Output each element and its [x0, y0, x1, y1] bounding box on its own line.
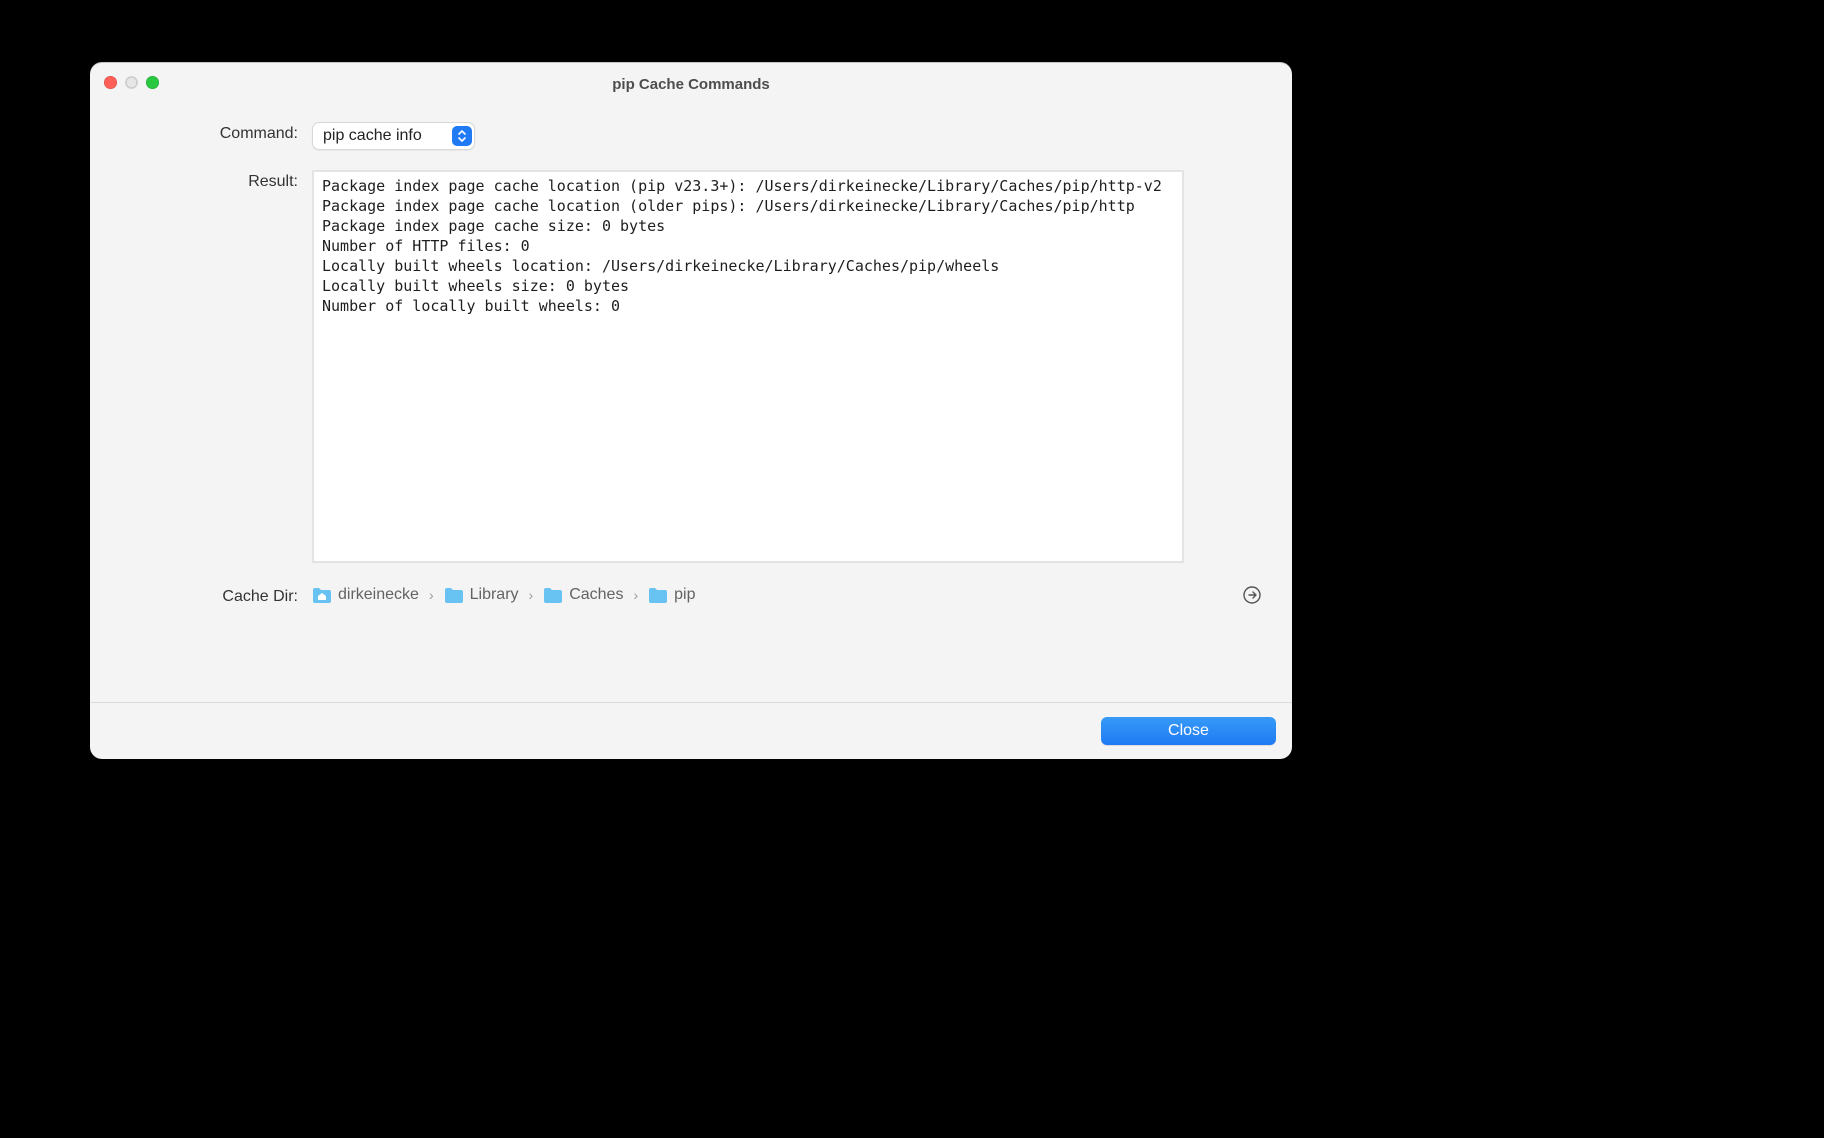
cache-dir-label: Cache Dir: — [118, 585, 298, 606]
window-minimize-button — [125, 76, 138, 89]
command-label: Command: — [118, 122, 298, 143]
breadcrumb-label: Library — [470, 586, 519, 604]
window-title: pip Cache Commands — [612, 76, 770, 93]
chevron-right-icon: › — [427, 587, 436, 603]
command-row: Command: pip cache info — [118, 122, 1264, 150]
result-label: Result: — [118, 170, 298, 191]
breadcrumb-segment[interactable]: pip — [648, 586, 695, 604]
open-folder-button[interactable] — [1240, 583, 1264, 607]
command-select[interactable]: pip cache info — [312, 122, 475, 150]
breadcrumb-segment[interactable]: Library — [444, 586, 519, 604]
content-area: Command: pip cache info Result: Package … — [90, 106, 1292, 702]
folder-icon — [444, 587, 464, 603]
cache-dir-row: Cache Dir: dirkeinecke › Library › Caches › pi… — [118, 583, 1264, 607]
window-close-button[interactable] — [104, 76, 117, 89]
window-controls — [104, 76, 159, 89]
window-zoom-button[interactable] — [146, 76, 159, 89]
cache-dir-breadcrumb: dirkeinecke › Library › Caches › pip — [312, 586, 695, 604]
breadcrumb-segment[interactable]: dirkeinecke — [312, 586, 419, 604]
chevron-right-icon: › — [631, 587, 640, 603]
breadcrumb-label: Caches — [569, 586, 623, 604]
result-row: Result: Package index page cache locatio… — [118, 170, 1264, 563]
folder-icon — [648, 587, 668, 603]
close-button[interactable]: Close — [1101, 717, 1276, 745]
chevron-right-icon: › — [527, 587, 536, 603]
updown-chevron-icon — [452, 126, 472, 146]
command-select-value: pip cache info — [323, 127, 452, 145]
breadcrumb-segment[interactable]: Caches — [543, 586, 623, 604]
dialog-footer: Close — [90, 703, 1292, 759]
titlebar: pip Cache Commands — [90, 62, 1292, 106]
result-textarea[interactable]: Package index page cache location (pip v… — [312, 170, 1184, 563]
dialog-window: pip Cache Commands Command: pip cache in… — [90, 62, 1292, 759]
folder-icon — [543, 587, 563, 603]
breadcrumb-label: dirkeinecke — [338, 586, 419, 604]
breadcrumb-label: pip — [674, 586, 695, 604]
home-folder-icon — [312, 587, 332, 603]
